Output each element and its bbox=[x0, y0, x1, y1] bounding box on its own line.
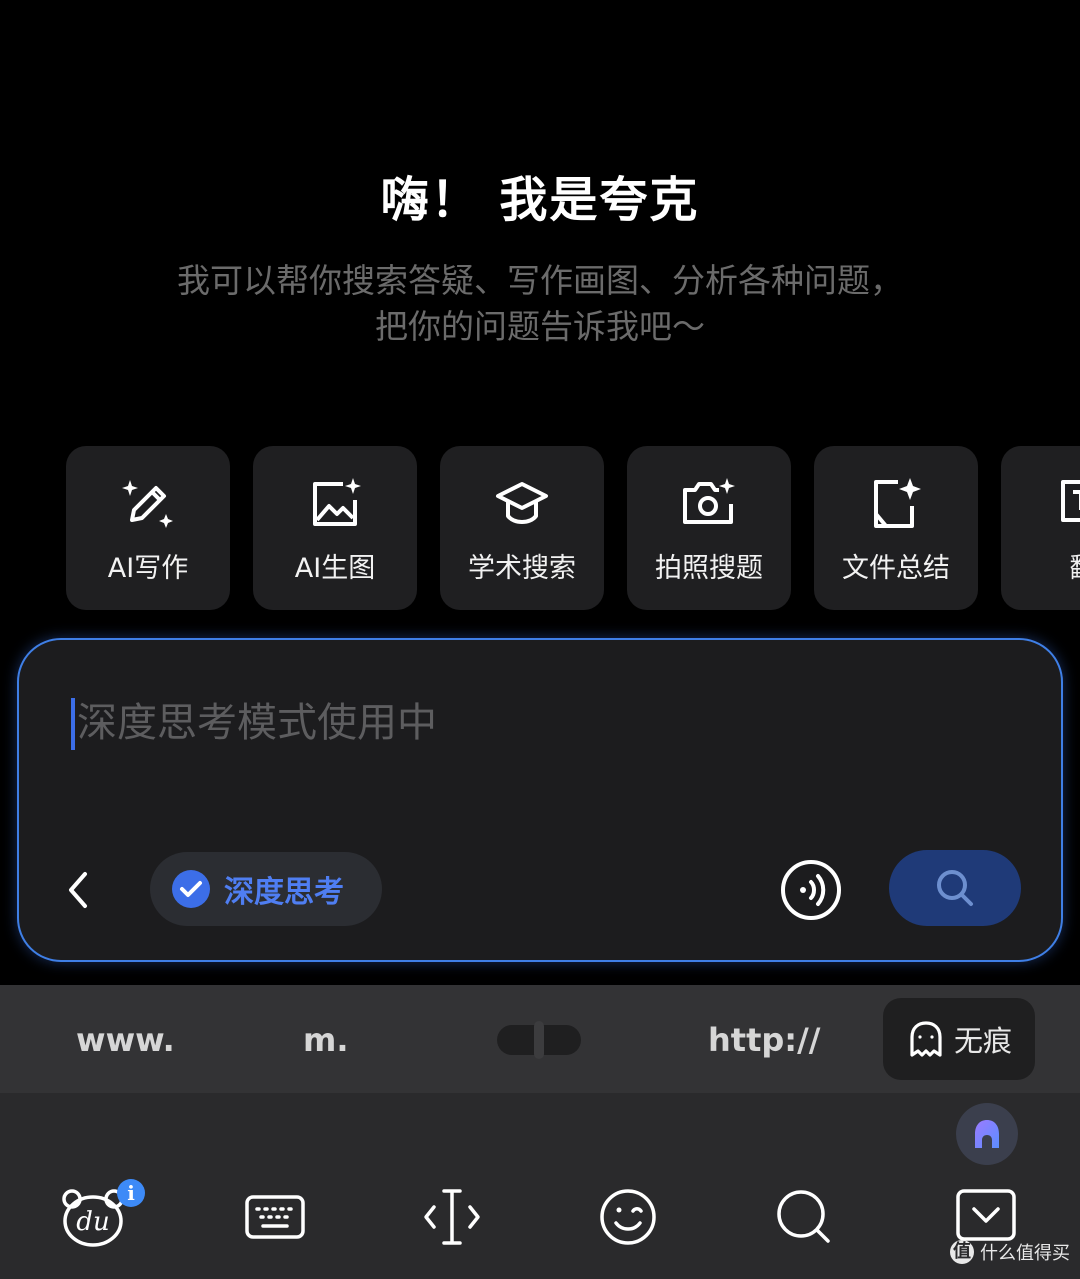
chat-input[interactable] bbox=[77, 692, 977, 754]
key-http[interactable]: http:// bbox=[708, 1021, 820, 1059]
tool-label: 学术搜索 bbox=[468, 553, 576, 584]
chevron-left-icon[interactable] bbox=[57, 868, 101, 912]
check-circle-icon bbox=[172, 870, 210, 908]
incognito-label: 无痕 bbox=[953, 1024, 1012, 1058]
toggle-divider bbox=[534, 1021, 544, 1059]
pencil-sparkle-icon bbox=[122, 480, 173, 528]
document-sparkle-icon bbox=[874, 478, 921, 528]
keyboard-bottom-bar: du i 值 什么值得买 bbox=[0, 1093, 1080, 1279]
tool-academic-search[interactable]: 学术搜索 bbox=[440, 446, 604, 610]
tool-translate[interactable]: 翻 bbox=[1001, 446, 1080, 610]
image-sparkle-icon bbox=[313, 478, 361, 526]
ghost-icon bbox=[910, 1021, 942, 1057]
tool-label: 文件总结 bbox=[842, 553, 950, 584]
emoji-icon[interactable] bbox=[596, 1185, 660, 1249]
key-m[interactable]: m. bbox=[303, 1021, 349, 1059]
camera-sparkle-icon bbox=[683, 478, 735, 524]
tool-carousel: AI写作 AI生图 学术搜索 拍照搜题 文件总结 bbox=[66, 446, 1080, 610]
deep-think-label: 深度思考 bbox=[224, 875, 344, 910]
du-bear-icon[interactable]: du bbox=[60, 1185, 126, 1251]
translate-icon bbox=[1061, 480, 1080, 522]
tool-file-summary[interactable]: 文件总结 bbox=[814, 446, 978, 610]
watermark-text: 什么值得买 bbox=[980, 1243, 1070, 1264]
tool-label: 翻 bbox=[1070, 546, 1080, 585]
hero-subtitle-line-1: 我可以帮你搜索答疑、写作画图、分析各种问题， bbox=[177, 261, 903, 300]
notification-badge: i bbox=[117, 1179, 145, 1207]
tool-ai-image[interactable]: AI生图 bbox=[253, 446, 417, 610]
hero-subtitle: 我可以帮你搜索答疑、写作画图、分析各种问题， 把你的问题告诉我吧～ bbox=[90, 258, 990, 350]
graduation-cap-icon bbox=[496, 482, 548, 524]
ai-assistant-button[interactable] bbox=[956, 1103, 1018, 1165]
keyboard-toolbar: www. m. http:// 无痕 bbox=[0, 985, 1080, 1093]
deep-think-toggle[interactable]: 深度思考 bbox=[150, 852, 382, 926]
search-icon bbox=[937, 870, 973, 906]
search-submit-button[interactable] bbox=[889, 850, 1021, 926]
tool-label: AI写作 bbox=[107, 553, 189, 584]
watermark: 值 什么值得买 bbox=[950, 1239, 1070, 1265]
voice-call-icon[interactable] bbox=[779, 858, 843, 922]
watermark-logo: 值 bbox=[950, 1240, 974, 1264]
search-icon[interactable] bbox=[772, 1185, 836, 1249]
incognito-button[interactable]: 无痕 bbox=[883, 998, 1035, 1080]
tool-label: 拍照搜题 bbox=[655, 553, 763, 584]
hero-title: 嗨！ 我是夸克 bbox=[380, 172, 700, 228]
tool-photo-search[interactable]: 拍照搜题 bbox=[627, 446, 791, 610]
svg-text:du: du bbox=[76, 1207, 109, 1237]
key-www[interactable]: www. bbox=[76, 1021, 175, 1059]
ai-logo-icon bbox=[975, 1120, 999, 1148]
cursor-move-icon[interactable] bbox=[420, 1185, 484, 1249]
tool-label: AI生图 bbox=[294, 553, 376, 584]
chat-input-card: 深度思考 bbox=[17, 638, 1063, 962]
keyboard-icon[interactable] bbox=[243, 1185, 307, 1249]
tool-ai-writing[interactable]: AI写作 bbox=[66, 446, 230, 610]
text-caret bbox=[71, 698, 75, 750]
hero-subtitle-line-2: 把你的问题告诉我吧～ bbox=[375, 307, 705, 346]
